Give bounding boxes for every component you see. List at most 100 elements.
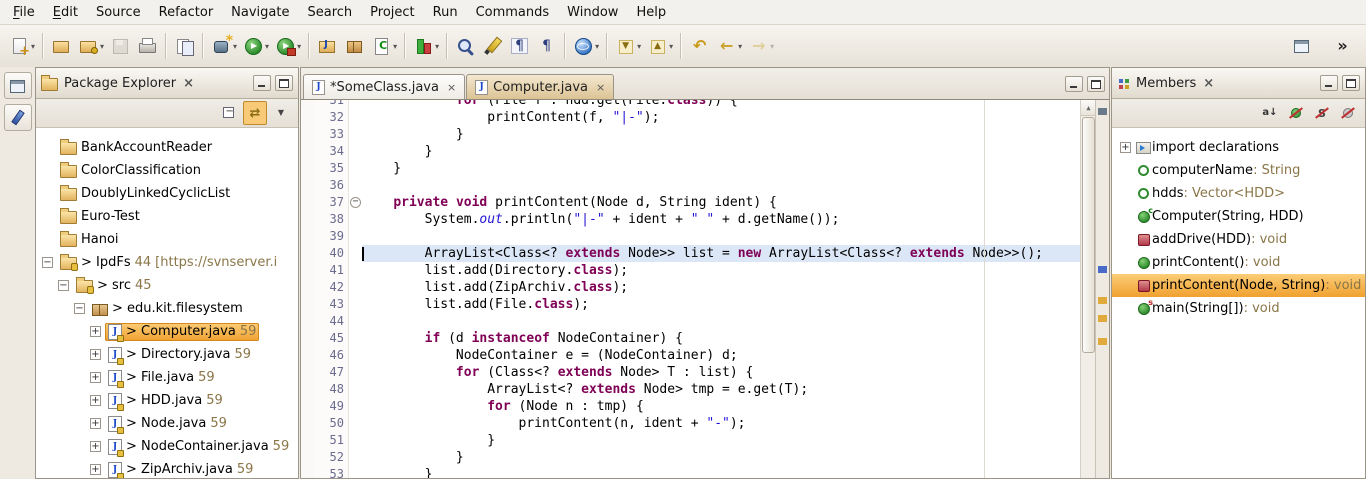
expander-plus-icon[interactable]: +: [90, 464, 101, 475]
hide-static-button[interactable]: S: [1310, 101, 1334, 125]
new-class-button[interactable]: C▾: [368, 33, 400, 59]
line-number[interactable]: 50: [314, 415, 349, 432]
annotation-mark[interactable]: [1098, 108, 1107, 115]
code-line-32[interactable]: 32 printContent(f, "|-");: [301, 109, 1109, 126]
code-line-51[interactable]: 51 }: [301, 432, 1109, 449]
annotation-ruler-cell[interactable]: [301, 466, 314, 478]
line-number[interactable]: 45: [314, 330, 349, 347]
annotation-ruler-cell[interactable]: [301, 432, 314, 449]
maximize-button[interactable]: [1342, 75, 1360, 91]
editor-scrollbar[interactable]: ▲: [1080, 100, 1096, 478]
maximize-button[interactable]: [275, 75, 293, 91]
tree-item-nodecontainer-java[interactable]: +J> NodeContainer.java59: [36, 435, 298, 458]
fold-collapse-icon[interactable]: −: [350, 197, 361, 208]
expander-plus-icon[interactable]: +: [90, 418, 101, 429]
last-edit-location-button[interactable]: ↶: [686, 33, 713, 59]
tab-close-icon[interactable]: ×: [447, 81, 456, 94]
code-line-53[interactable]: 53 }: [301, 466, 1109, 478]
line-number[interactable]: 42: [314, 279, 349, 296]
code-line-39[interactable]: 39: [301, 228, 1109, 245]
code-line-42[interactable]: 42 list.add(ZipArchiv.class);: [301, 279, 1109, 296]
annotation-ruler-cell[interactable]: [301, 160, 314, 177]
annotation-ruler-cell[interactable]: [301, 398, 314, 415]
show-paragraphs-button[interactable]: ¶: [533, 33, 560, 59]
code-line-50[interactable]: 50 printContent(n, ident + "-");: [301, 415, 1109, 432]
annotation-ruler-cell[interactable]: [301, 211, 314, 228]
line-number[interactable]: 51: [314, 432, 349, 449]
code-line-37[interactable]: 37− private void printContent(Node d, St…: [301, 194, 1109, 211]
print-button[interactable]: [134, 33, 161, 59]
line-number[interactable]: 41: [314, 262, 349, 279]
tree-item-bankaccountreader[interactable]: BankAccountReader: [36, 136, 298, 159]
code-line-47[interactable]: 47 for (Class<? extends Node> T : list) …: [301, 364, 1109, 381]
code-line-34[interactable]: 34 }: [301, 143, 1109, 160]
open-resource-button[interactable]: [48, 33, 75, 59]
line-number[interactable]: 34: [314, 143, 349, 160]
annotation-ruler-cell[interactable]: [301, 449, 314, 466]
expander-plus-icon[interactable]: +: [90, 441, 101, 452]
expander-minus-icon[interactable]: −: [58, 280, 69, 291]
code-line-49[interactable]: 49 for (Node n : tmp) {: [301, 398, 1109, 415]
member-main-string[interactable]: smain(String[]) : void: [1112, 297, 1365, 320]
package-explorer-header[interactable]: Package Explorer ×: [36, 68, 298, 99]
line-number[interactable]: 38: [314, 211, 349, 228]
menu-item-window[interactable]: Window: [558, 3, 627, 22]
coverage-button[interactable]: ▾: [410, 33, 442, 59]
line-number[interactable]: 43: [314, 296, 349, 313]
open-type-button[interactable]: [171, 33, 198, 59]
line-number[interactable]: 47: [314, 364, 349, 381]
overview-ruler[interactable]: [1095, 100, 1109, 478]
line-number[interactable]: 40: [314, 245, 349, 262]
sort-button[interactable]: a↓: [1258, 101, 1282, 125]
new-wizard-button[interactable]: +▾: [6, 33, 38, 59]
member-printcontent-node-string[interactable]: printContent(Node, String) : void: [1112, 274, 1365, 297]
external-tools-button[interactable]: ▶▾: [272, 33, 304, 59]
annotation-ruler-cell[interactable]: [301, 296, 314, 313]
expander-plus-icon[interactable]: +: [90, 326, 101, 337]
line-number[interactable]: 36: [314, 177, 349, 194]
members-header[interactable]: Members ×: [1112, 68, 1365, 99]
tab-close-icon[interactable]: ×: [596, 81, 605, 94]
tree-item-src[interactable]: −> src45: [36, 274, 298, 297]
tree-item-file-java[interactable]: +J> File.java59: [36, 366, 298, 389]
annotation-ruler-cell[interactable]: [301, 194, 314, 211]
tree-item-node-java[interactable]: +J> Node.java59: [36, 412, 298, 435]
annotation-ruler-cell[interactable]: [301, 381, 314, 398]
code-line-44[interactable]: 44: [301, 313, 1109, 330]
code-line-33[interactable]: 33 }: [301, 126, 1109, 143]
code-line-36[interactable]: 36: [301, 177, 1109, 194]
next-annotation-button[interactable]: ▼▾: [612, 33, 644, 59]
forward-button[interactable]: →▾: [745, 33, 777, 59]
fast-view-restore-button[interactable]: [4, 72, 32, 99]
annotation-ruler-cell[interactable]: [301, 262, 314, 279]
annotation-ruler-cell[interactable]: [301, 109, 314, 126]
menu-item-search[interactable]: Search: [298, 3, 361, 22]
tree-item-hanoi[interactable]: Hanoi: [36, 228, 298, 251]
line-number[interactable]: 37: [314, 194, 349, 211]
collapse-all-button[interactable]: −: [217, 101, 241, 125]
tree-item-computer-java[interactable]: +J> Computer.java59: [36, 320, 298, 343]
tree-item-hdd-java[interactable]: +J> HDD.java59: [36, 389, 298, 412]
mark-occurrences-button[interactable]: [479, 33, 506, 59]
code-line-45[interactable]: 45 if (d instanceof NodeContainer) {: [301, 330, 1109, 347]
annotation-ruler-cell[interactable]: [301, 364, 314, 381]
editor-body[interactable]: 31 for (File f : hdd.get(File.class)) {3…: [301, 100, 1109, 478]
fast-view-pencil-button[interactable]: [4, 104, 32, 131]
menu-item-project[interactable]: Project: [361, 3, 423, 22]
menu-item-navigate[interactable]: Navigate: [222, 3, 298, 22]
annotation-ruler-cell[interactable]: [301, 143, 314, 160]
line-number[interactable]: 53: [314, 466, 349, 478]
code-line-31[interactable]: 31 for (File f : hdd.get(File.class)) {: [301, 100, 1109, 109]
tree-item-edu-kit-filesystem[interactable]: −> edu.kit.filesystem: [36, 297, 298, 320]
editor-tab-computer-java[interactable]: JComputer.java×: [466, 74, 614, 99]
menu-item-run[interactable]: Run: [424, 3, 467, 22]
line-number[interactable]: 32: [314, 109, 349, 126]
expander-plus-icon[interactable]: +: [90, 395, 101, 406]
expander-plus-icon[interactable]: +: [1120, 142, 1131, 153]
annotation-ruler-cell[interactable]: [301, 126, 314, 143]
line-number[interactable]: 31: [314, 100, 349, 109]
close-view-icon[interactable]: ×: [183, 76, 194, 91]
save-button[interactable]: [107, 33, 134, 59]
search-button[interactable]: [452, 33, 479, 59]
debug-button[interactable]: *▾: [208, 33, 240, 59]
